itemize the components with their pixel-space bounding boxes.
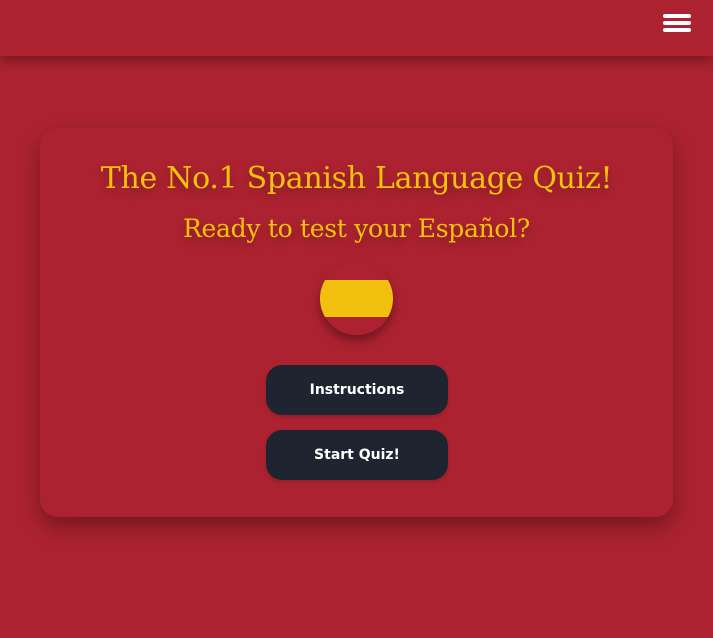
menu-bar-middle xyxy=(663,21,691,25)
page-subtitle: Ready to test your Español? xyxy=(183,214,530,243)
menu-bar-top xyxy=(663,14,691,18)
hamburger-menu-icon[interactable] xyxy=(663,12,693,34)
flag-stripe-red-top xyxy=(320,262,393,281)
instructions-button[interactable]: Instructions xyxy=(266,365,448,415)
menu-bar-bottom xyxy=(663,28,691,32)
page-title: The No.1 Spanish Language Quiz! xyxy=(100,161,613,196)
spain-flag-icon xyxy=(320,262,393,335)
start-quiz-button[interactable]: Start Quiz! xyxy=(266,430,448,480)
quiz-intro-card: The No.1 Spanish Language Quiz! Ready to… xyxy=(40,128,673,517)
top-navbar xyxy=(0,0,713,56)
flag-stripe-yellow xyxy=(320,280,393,317)
flag-stripe-red-bottom xyxy=(320,316,393,335)
